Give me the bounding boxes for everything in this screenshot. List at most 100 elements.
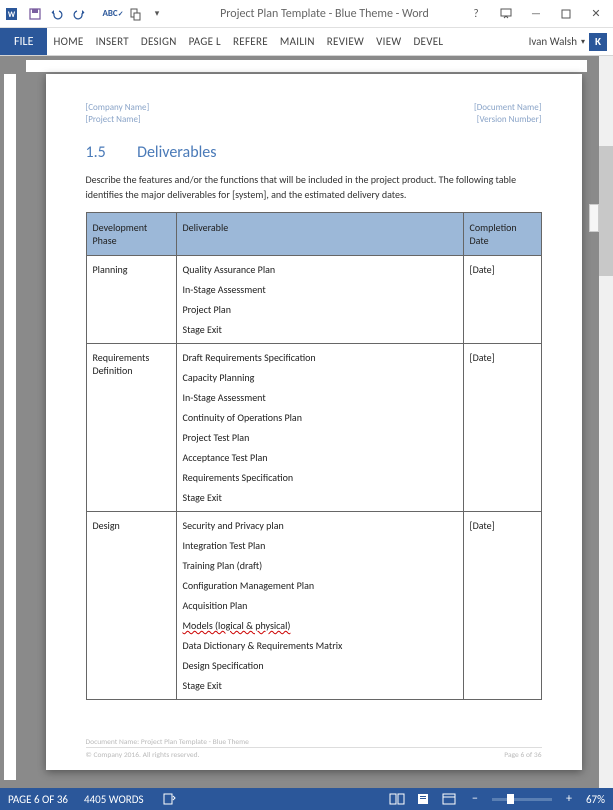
tab-design[interactable]: DESIGN xyxy=(135,28,183,55)
window-controls: ? — ✕ xyxy=(463,4,609,24)
deliverable-item: Draft Requirements Specification xyxy=(183,351,457,364)
zoom-slider-thumb[interactable] xyxy=(507,794,514,804)
page-header: [Company Name] [Document Name] [Project … xyxy=(86,102,542,125)
deliverable-item: Configuration Management Plan xyxy=(183,579,457,592)
deliverable-item: Security and Privacy plan xyxy=(183,519,457,532)
word-icon: W xyxy=(4,5,22,23)
header-version: [Version Number] xyxy=(477,114,542,125)
section-number: 1.5 xyxy=(86,143,134,162)
th-phase: Development Phase xyxy=(86,213,176,256)
tab-view[interactable]: VIEW xyxy=(370,28,407,55)
deliverable-item: Stage Exit xyxy=(183,323,457,336)
spelling-icon[interactable]: ABC✓ xyxy=(104,5,122,23)
close-icon[interactable]: ✕ xyxy=(583,4,609,24)
qat-dropdown-icon[interactable]: ▾ xyxy=(148,5,166,23)
deliverable-item: Stage Exit xyxy=(183,679,457,692)
tab-insert[interactable]: INSERT xyxy=(90,28,135,55)
deliverable-item: In-Stage Assessment xyxy=(183,391,457,404)
footer-copyright: © Company 2016. All rights reserved. xyxy=(86,751,200,760)
tab-page-layout[interactable]: PAGE L xyxy=(183,28,227,55)
deliverable-item: Data Dictionary & Requirements Matrix xyxy=(183,639,457,652)
svg-text:W: W xyxy=(8,10,16,20)
deliverable-item: Integration Test Plan xyxy=(183,539,457,552)
cell-date: [Date] xyxy=(463,256,541,344)
deliverable-item: Quality Assurance Plan xyxy=(183,263,457,276)
zoom-in-icon[interactable]: + xyxy=(560,791,578,807)
statusbar: PAGE 6 OF 36 4405 WORDS − + 67% xyxy=(0,788,613,810)
th-date: Completion Date xyxy=(463,213,541,256)
file-tab[interactable]: FILE xyxy=(0,28,47,55)
tab-mailings[interactable]: MAILIN xyxy=(274,28,321,55)
header-company: [Company Name] xyxy=(86,102,150,113)
undo-icon[interactable] xyxy=(48,5,66,23)
cell-date: [Date] xyxy=(463,344,541,512)
ribbon-options-icon[interactable] xyxy=(493,4,519,24)
deliverable-item: Models (logical & physical) xyxy=(183,619,457,632)
vertical-ruler[interactable] xyxy=(4,74,16,780)
zoom-slider[interactable] xyxy=(492,798,552,801)
cell-deliverable: Security and Privacy plan Integration Tes… xyxy=(176,512,463,700)
table-row: Requirements DefinitionDraft Requirement… xyxy=(86,344,541,512)
titlebar: W ABC✓ ▾ Project Plan Template - Blue Th… xyxy=(0,0,613,28)
scroll-thumb[interactable] xyxy=(599,146,613,276)
deliverable-item: Capacity Planning xyxy=(183,371,457,384)
deliverable-item: Training Plan (draft) xyxy=(183,559,457,572)
deliverable-item: Acquisition Plan xyxy=(183,599,457,612)
redo-icon[interactable] xyxy=(70,5,88,23)
th-deliverable: Deliverable xyxy=(176,213,463,256)
web-layout-icon[interactable] xyxy=(440,791,458,807)
section-title: Deliverables xyxy=(137,143,216,162)
proofing-icon[interactable] xyxy=(160,791,178,807)
table-row: Planning Quality Assurance Plan In-Stage A… xyxy=(86,256,541,344)
document-area: [Company Name] [Document Name] [Project … xyxy=(0,56,613,788)
deliverable-item: Requirements Specification xyxy=(183,471,457,484)
deliverables-table: Development Phase Deliverable Completion… xyxy=(86,212,542,700)
table-row: Design Security and Privacy plan Integrati… xyxy=(86,512,541,700)
zoom-out-icon[interactable]: − xyxy=(466,791,484,807)
user-name: Ivan Walsh xyxy=(529,35,577,48)
header-docname: [Document Name] xyxy=(474,102,542,113)
deliverable-item: Project Test Plan xyxy=(183,431,457,444)
tab-home[interactable]: HOME xyxy=(47,28,89,55)
footer-page: Page 6 of 36 xyxy=(504,751,541,760)
maximize-icon[interactable] xyxy=(553,4,579,24)
save-icon[interactable] xyxy=(26,5,44,23)
side-pane-handle[interactable] xyxy=(589,204,599,232)
section-heading: 1.5 Deliverables xyxy=(86,143,542,162)
user-avatar: K xyxy=(589,33,607,51)
ribbon-tabs: FILE HOME INSERT DESIGN PAGE L REFERE MA… xyxy=(0,28,613,56)
tab-references[interactable]: REFERE xyxy=(227,28,274,55)
vertical-scrollbar[interactable] xyxy=(599,56,613,788)
deliverable-item: Continuity of Operations Plan xyxy=(183,411,457,424)
print-layout-icon[interactable] xyxy=(414,791,432,807)
tab-developer[interactable]: DEVEL xyxy=(407,28,449,55)
deliverable-item: In-Stage Assessment xyxy=(183,283,457,296)
horizontal-ruler[interactable] xyxy=(26,60,587,72)
deliverable-item: Acceptance Test Plan xyxy=(183,451,457,464)
status-words[interactable]: 4405 WORDS xyxy=(84,793,144,806)
deliverable-item: Project Plan xyxy=(183,303,457,316)
cell-phase: Requirements Definition xyxy=(86,344,176,512)
header-project: [Project Name] xyxy=(86,114,141,125)
status-page[interactable]: PAGE 6 OF 36 xyxy=(8,793,68,806)
window-title: Project Plan Template - Blue Theme - Wor… xyxy=(166,7,463,21)
deliverable-item: Stage Exit xyxy=(183,491,457,504)
tab-review[interactable]: REVIEW xyxy=(321,28,370,55)
cell-deliverable: Quality Assurance Plan In-Stage Assessmen… xyxy=(176,256,463,344)
document-page[interactable]: [Company Name] [Document Name] [Project … xyxy=(46,74,582,770)
deliverable-item: Design Specification xyxy=(183,659,457,672)
section-description: Describe the features and/or the functio… xyxy=(86,172,542,202)
footer-docname: Document Name: Project Plan Template - B… xyxy=(86,738,542,747)
cell-phase: Planning xyxy=(86,256,176,344)
cell-phase: Design xyxy=(86,512,176,700)
cell-date: [Date] xyxy=(463,512,541,700)
paste-special-icon[interactable] xyxy=(126,5,144,23)
page-footer: Document Name: Project Plan Template - B… xyxy=(86,738,542,760)
cell-deliverable: Draft Requirements Specification Capacity… xyxy=(176,344,463,512)
minimize-icon[interactable]: — xyxy=(523,4,549,24)
user-account[interactable]: Ivan Walsh ▾ K xyxy=(523,28,613,55)
help-icon[interactable]: ? xyxy=(463,4,489,24)
read-mode-icon[interactable] xyxy=(388,791,406,807)
quick-access-toolbar: W ABC✓ ▾ xyxy=(4,5,166,23)
zoom-level[interactable]: 67% xyxy=(586,793,605,806)
